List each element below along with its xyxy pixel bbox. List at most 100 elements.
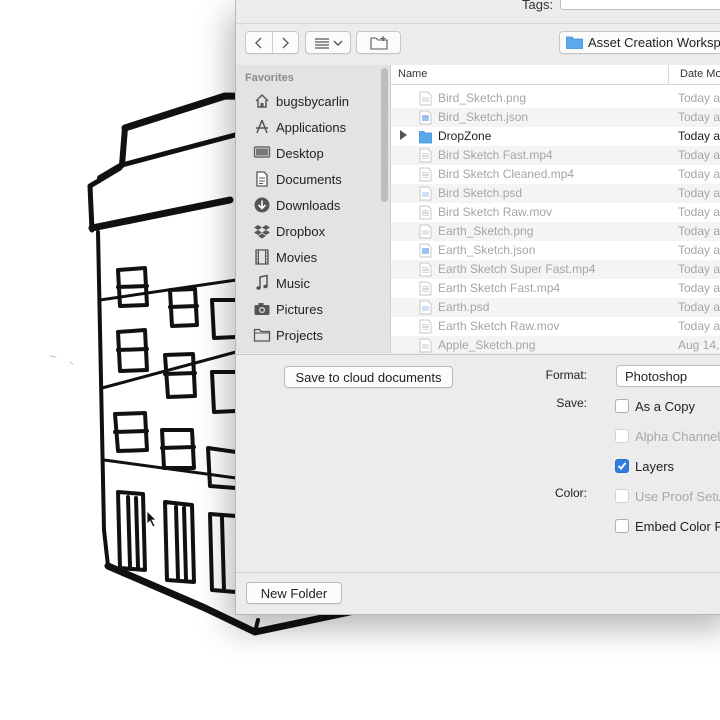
sidebar-item-label: Music (276, 275, 310, 291)
sidebar-item-documents[interactable]: Documents (236, 166, 386, 192)
tags-label: Tags: (522, 0, 554, 12)
desktop-icon (253, 144, 271, 162)
view-options-button[interactable] (305, 31, 351, 54)
list-view-icon (314, 37, 329, 49)
column-header-date[interactable]: Date Modified (680, 68, 720, 80)
file-name: Earth Sketch Super Fast.mp4 (438, 262, 596, 276)
checkmark-icon (617, 462, 627, 470)
location-popup[interactable]: Asset Creation Workspace (559, 31, 720, 54)
music-icon (253, 274, 271, 292)
sidebar-item-label: Documents (276, 171, 342, 187)
column-header-name[interactable]: Name (398, 68, 427, 80)
folder-row[interactable]: DropZone Today at (391, 127, 720, 146)
sidebar-item-label: Projects (276, 327, 323, 343)
use-proof-setup-label: Use Proof Setup (635, 488, 720, 504)
file-name: Bird Sketch Cleaned.mp4 (438, 167, 575, 181)
file-date: Today at (678, 243, 720, 257)
alpha-channels-label: Alpha Channels (635, 428, 720, 444)
sidebar-item-dropbox[interactable]: Dropbox (236, 218, 386, 244)
file-name: Bird Sketch.psd (438, 186, 523, 200)
sidebar-heading: Favorites (245, 72, 294, 84)
as-a-copy-option[interactable]: As a Copy (615, 396, 695, 416)
file-row: Earth Sketch Raw.mov Today at (391, 317, 720, 336)
image-file-icon (419, 91, 432, 106)
file-row: Earth Sketch Super Fast.mp4 Today at (391, 260, 720, 279)
sidebar-item-projects[interactable]: Projects (236, 322, 386, 348)
file-list: Name Date Modified Bird_Sketch.png Today … (391, 65, 720, 353)
sidebar-item-music[interactable]: Music (236, 270, 386, 296)
file-date: Today at (678, 262, 720, 276)
sidebar-item-applications[interactable]: Applications (236, 114, 386, 140)
alpha-channels-option: Alpha Channels (615, 426, 720, 446)
image-file-icon (419, 224, 432, 239)
use-proof-setup-option: Use Proof Setup (615, 486, 720, 506)
file-date: Today at (678, 224, 720, 238)
documents-icon (253, 170, 271, 188)
format-value: Photoshop (625, 368, 688, 384)
file-date: Today at (678, 205, 720, 219)
file-date: Today at (678, 281, 720, 295)
video-file-icon (419, 167, 432, 182)
sidebar-item-label: Pictures (276, 301, 323, 317)
file-date: Today at (678, 110, 720, 124)
sidebar-item-bugsbycarlin[interactable]: bugsbycarlin (236, 88, 386, 114)
file-row: Bird Sketch Cleaned.mp4 Today at (391, 165, 720, 184)
new-folder-button[interactable]: New Folder (246, 582, 342, 604)
sidebar-item-label: Desktop (276, 145, 324, 161)
sidebar-item-movies[interactable]: Movies (236, 244, 386, 270)
dropbox-icon (253, 222, 271, 240)
layers-label: Layers (635, 458, 675, 474)
video-file-icon (419, 319, 432, 334)
layers-option[interactable]: Layers (615, 456, 674, 476)
save-to-cloud-button[interactable]: Save to cloud documents (284, 366, 453, 388)
file-date: Today at (678, 186, 720, 200)
file-name: Earth_Sketch.png (438, 224, 534, 238)
file-name: Earth_Sketch.json (438, 243, 536, 257)
new-folder-toolbar-button[interactable] (356, 31, 401, 54)
file-name: Earth.psd (438, 300, 490, 314)
as-a-copy-label: As a Copy (635, 398, 695, 414)
downloads-icon (253, 196, 271, 214)
sidebar-item-pictures[interactable]: Pictures (236, 296, 386, 322)
chevron-right-icon (282, 36, 290, 49)
video-file-icon (419, 148, 432, 163)
as-a-copy-checkbox[interactable] (615, 399, 629, 413)
forward-button[interactable] (271, 32, 298, 53)
file-row: Bird_Sketch.json Today at (391, 108, 720, 127)
file-date: Today at (678, 300, 720, 314)
embed-color-profile-checkbox[interactable] (615, 519, 629, 533)
file-row: Bird Sketch.psd Today at (391, 184, 720, 203)
tags-input[interactable] (560, 0, 720, 10)
file-name: Bird Sketch Raw.mov (438, 205, 553, 219)
file-row: Bird_Sketch.png Today at (391, 89, 720, 108)
back-forward-group (245, 31, 299, 54)
location-label: Asset Creation Workspace (588, 35, 720, 50)
home-icon (253, 92, 271, 110)
file-row: Bird Sketch Raw.mov Today at (391, 203, 720, 222)
column-divider[interactable] (668, 65, 669, 85)
sidebar-item-label: Movies (276, 249, 318, 265)
save-dialog: Tags: Asset Creation Workspace Favorites… (235, 0, 720, 615)
file-name: Earth Sketch Fast.mp4 (438, 281, 561, 295)
back-button[interactable] (246, 32, 272, 53)
embed-color-profile-label: Embed Color Profile (635, 518, 720, 534)
embed-color-profile-option[interactable]: Embed Color Profile (615, 516, 720, 536)
file-row: Earth.psd Today at (391, 298, 720, 317)
file-row: Earth_Sketch.png Today at (391, 222, 720, 241)
sidebar-item-label: Dropbox (276, 223, 326, 239)
video-file-icon (419, 205, 432, 220)
movies-icon (253, 248, 271, 266)
sidebar-item-desktop[interactable]: Desktop (236, 140, 386, 166)
file-date: Today at (678, 167, 720, 181)
sidebar-item-downloads[interactable]: Downloads (236, 192, 386, 218)
psd-file-icon (419, 300, 432, 315)
chevron-down-icon (333, 40, 342, 46)
sidebar-item-label: Applications (276, 119, 347, 135)
file-row: Bird Sketch Fast.mp4 Today at (391, 146, 720, 165)
save-label: Save: (556, 396, 587, 410)
file-date: Aug 14, (678, 338, 720, 352)
pictures-icon (253, 300, 271, 318)
disclosure-triangle-icon[interactable] (400, 130, 407, 140)
format-select[interactable]: Photoshop (616, 365, 720, 387)
layers-checkbox[interactable] (615, 459, 629, 473)
